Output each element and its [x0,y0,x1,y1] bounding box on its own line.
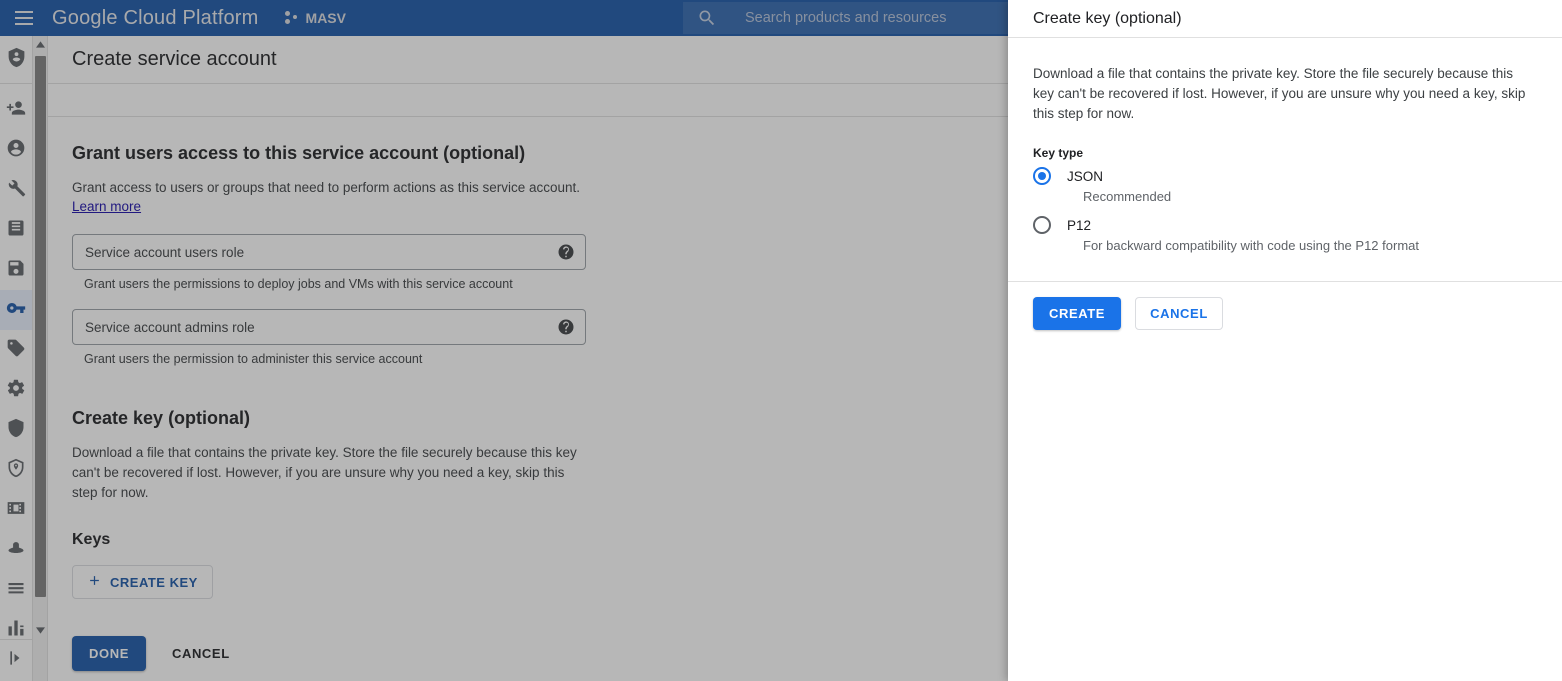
key-type-option-json-label: JSON [1067,168,1104,184]
modal-scrim[interactable] [0,0,1008,681]
app-root: Create service account Grant users acces… [0,0,1562,681]
key-type-option-p12[interactable]: P12 [1033,216,1537,234]
key-type-label: Key type [1033,146,1084,160]
dialog-create-button[interactable]: CREATE [1033,297,1122,330]
key-type-option-p12-sub: For backward compatibility with code usi… [1083,238,1419,253]
key-type-option-json-sub: Recommended [1083,189,1172,204]
radio-p12-icon[interactable] [1033,216,1051,234]
dialog-title: Create key (optional) [1033,9,1182,27]
key-type-option-json[interactable]: JSON [1033,167,1537,185]
dialog-body: Download a file that contains the privat… [1008,38,1562,253]
create-key-dialog: Create key (optional) Download a file th… [1008,0,1562,681]
dialog-cancel-button[interactable]: CANCEL [1135,297,1223,330]
radio-json-icon[interactable] [1033,167,1051,185]
dialog-actions: CREATE CANCEL [1008,282,1562,330]
dialog-header: Create key (optional) [1008,0,1562,38]
key-type-option-p12-label: P12 [1067,217,1092,233]
dialog-description: Download a file that contains the privat… [1033,66,1526,121]
